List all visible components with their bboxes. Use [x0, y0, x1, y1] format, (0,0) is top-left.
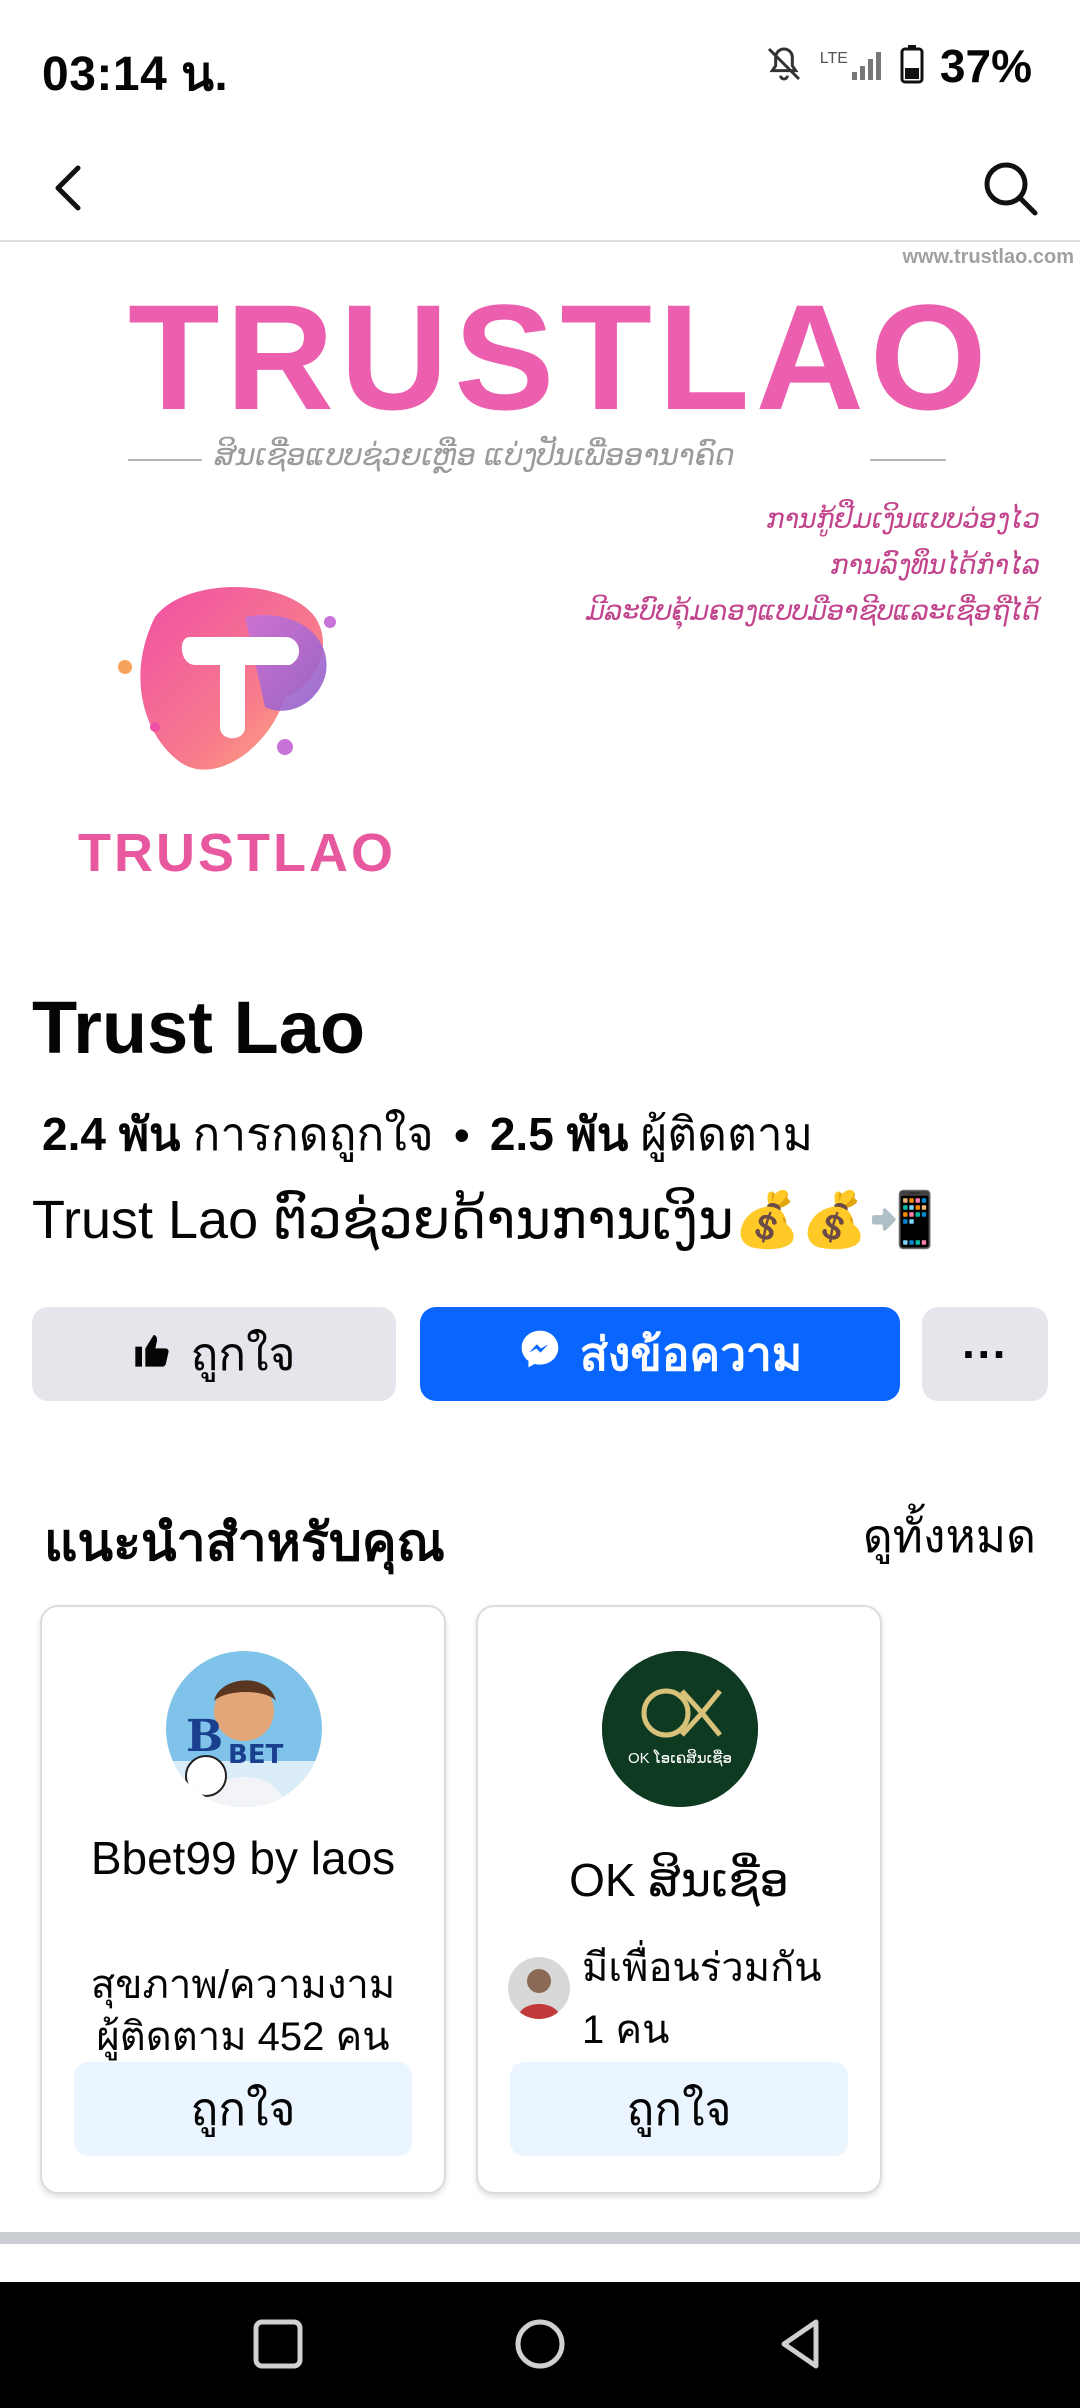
suggestion-name[interactable]: OK ສິນເຊື່ອ	[488, 1847, 870, 1913]
cover-brand-title: TRUSTLAO	[128, 273, 993, 441]
page-description: Trust Lao ຕົວຊ່ວຍດ້ານການເງິນ💰💰📲	[32, 1190, 936, 1250]
slogan-divider-left	[128, 459, 202, 461]
status-icons: LTE 37%	[764, 36, 1032, 96]
more-options-button[interactable]: ···	[922, 1307, 1048, 1401]
battery-icon	[900, 44, 924, 89]
suggestions-title: แนะนำสำหรับคุณ	[44, 1514, 445, 1572]
mutual-friends-text: มีเพื่อนร่วมกัน 1 คน	[582, 1946, 822, 2052]
cover-website: www.trustlao.com	[902, 246, 1074, 268]
cover-slogan: ສິນເຊື່ອແບບຊ່ວຍເຫຼືອ ແບ່ງປັນເພື່ອອານາຄົດ	[215, 439, 735, 472]
avatar[interactable]: B BET	[166, 1651, 322, 1807]
system-nav-bar	[0, 2282, 1080, 2408]
more-dots-icon: ···	[962, 1328, 1008, 1380]
suggestion-card[interactable]: B BET Bbet99 by laos สุขภาพ/ความงาม ผู้ต…	[40, 1605, 446, 2194]
likes-label[interactable]: การกดถูกใจ	[193, 1098, 434, 1171]
thumbs-up-icon	[132, 1327, 172, 1381]
cover-tagline-1: ການກູ້ຢືມເງິນແບບວ່ອງໄວ	[766, 504, 1040, 534]
svg-text:B: B	[186, 1711, 223, 1762]
avatar[interactable]: OK ໂອເຄສິນເຊື່ອ	[602, 1651, 758, 1807]
cover-logo-text: TRUSTLAO	[78, 823, 396, 883]
recent-apps-icon[interactable]	[246, 2312, 310, 2376]
bell-muted-icon	[764, 44, 804, 89]
cover-photo[interactable]: www.trustlao.com TRUSTLAO ສິນເຊື່ອແບບຊ່ວ…	[0, 242, 1080, 942]
home-icon[interactable]	[508, 2312, 572, 2376]
suggestion-name[interactable]: Bbet99 by laos	[52, 1825, 434, 1891]
likes-count[interactable]: 2.4 พัน	[42, 1098, 181, 1171]
ok-avatar-text: OK ໂອເຄສິນເຊື່ອ	[628, 1749, 732, 1767]
followers-count[interactable]: 2.5 พัน	[490, 1098, 629, 1171]
suggestion-card[interactable]: OK ໂອເຄສິນເຊື່ອ OK ສິນເຊື່ອ มีเพื่อนร่วม…	[476, 1605, 882, 2194]
suggestion-followers: ผู้ติดตาม 452 คน	[96, 2015, 390, 2059]
stats-separator: •	[453, 1108, 470, 1161]
message-button-label: ส่งข้อความ	[579, 1327, 803, 1380]
search-icon[interactable]	[980, 158, 1040, 218]
chevron-left-icon[interactable]	[40, 158, 100, 218]
followers-label[interactable]: ผู้ติดตาม	[640, 1098, 813, 1171]
mutual-friends: มีเพื่อนร่วมกัน 1 คน	[508, 1937, 842, 2061]
like-button[interactable]: ถูกใจ	[32, 1307, 396, 1401]
signal-icon: LTE	[820, 50, 884, 82]
suggestion-like-button[interactable]: ถูกใจ	[510, 2062, 848, 2156]
network-label: LTE	[819, 50, 848, 67]
status-bar: 03:14 น. LTE 37%	[0, 0, 1080, 130]
slogan-divider-right	[870, 459, 946, 461]
see-all-link[interactable]: ดูทั้งหมด	[863, 1500, 1036, 1573]
page-title: Trust Lao	[32, 986, 366, 1069]
trustlao-logo-icon	[95, 577, 355, 797]
page-stats: 2.4 พัน การกดถูกใจ • 2.5 พัน ผู้ติดตาม	[42, 1098, 813, 1171]
suggestion-like-button[interactable]: ถูกใจ	[74, 2062, 412, 2156]
like-button-label: ถูกใจ	[190, 1327, 296, 1380]
cover-tagline-3: ມີລະບົບຄຸ້ມຄອງແບບມືອາຊີບແລະເຊື່ອຖືໄດ້	[585, 596, 1040, 626]
cover-tagline-2: ການລົງທຶນໄດ້ກຳໄລ	[830, 550, 1040, 580]
suggestion-category: สุขภาพ/ความงาม	[90, 1963, 396, 2007]
top-nav	[0, 130, 1080, 242]
mutual-friend-avatar	[508, 1957, 570, 2019]
section-divider	[0, 2232, 1080, 2244]
svg-text:BET: BET	[228, 1740, 284, 1770]
status-time: 03:14 น.	[42, 48, 229, 101]
messenger-icon	[518, 1327, 562, 1382]
battery-percent: 37%	[939, 40, 1032, 92]
message-button[interactable]: ส่งข้อความ	[420, 1307, 900, 1401]
back-icon[interactable]	[770, 2312, 834, 2376]
